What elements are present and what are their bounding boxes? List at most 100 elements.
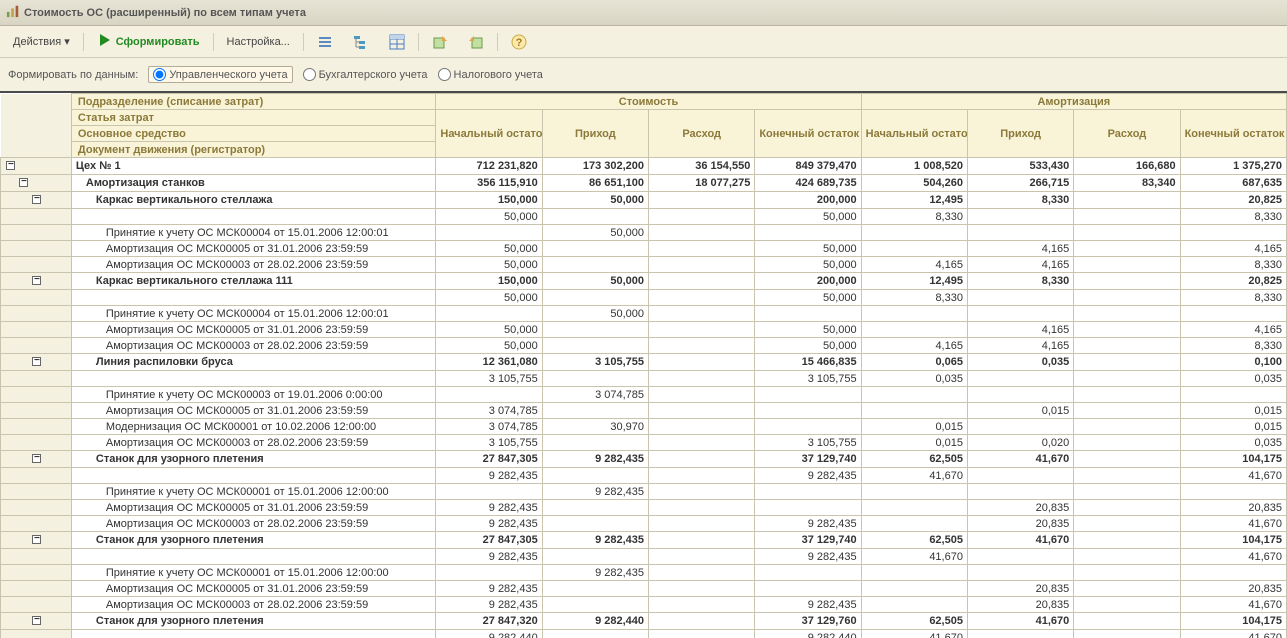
radio-accounting[interactable]: Бухгалтерского учета: [303, 68, 428, 81]
table-row[interactable]: Амортизация ОС МСК00003 от 28.02.2006 23…: [1, 338, 1287, 354]
table-row[interactable]: Амортизация ОС МСК00005 от 31.01.2006 23…: [1, 581, 1287, 597]
tree-cell[interactable]: [1, 354, 72, 371]
table-row[interactable]: 3 105,7553 105,7550,0350,035: [1, 371, 1287, 387]
table-row[interactable]: Амортизация станков356 115,91086 651,100…: [1, 175, 1287, 192]
collapse-icon[interactable]: [32, 276, 41, 285]
collapse-icon[interactable]: [32, 454, 41, 463]
cell: [542, 581, 648, 597]
table-row[interactable]: Модернизация ОС МСК00001 от 10.02.2006 1…: [1, 419, 1287, 435]
tree-cell[interactable]: [1, 209, 72, 225]
cell: [649, 257, 755, 273]
tree-cell[interactable]: [1, 613, 72, 630]
cell: [542, 468, 648, 484]
table-row[interactable]: Амортизация ОС МСК00005 от 31.01.2006 23…: [1, 241, 1287, 257]
import-icon-button[interactable]: [461, 31, 491, 53]
tree-cell[interactable]: [1, 549, 72, 565]
cell: [649, 403, 755, 419]
tree-cell[interactable]: [1, 322, 72, 338]
tree-cell[interactable]: [1, 468, 72, 484]
table-row[interactable]: Принятие к учету ОС МСК00004 от 15.01.20…: [1, 225, 1287, 241]
cell: [1180, 565, 1286, 581]
table-row[interactable]: Принятие к учету ОС МСК00004 от 15.01.20…: [1, 306, 1287, 322]
tree-cell[interactable]: [1, 225, 72, 241]
run-button[interactable]: Сформировать: [90, 29, 207, 54]
tree-cell[interactable]: [1, 371, 72, 387]
tree-cell[interactable]: [1, 273, 72, 290]
settings-button[interactable]: Настройка...: [220, 33, 297, 51]
collapse-icon[interactable]: [19, 178, 28, 187]
table-row[interactable]: Амортизация ОС МСК00003 от 28.02.2006 23…: [1, 435, 1287, 451]
cell: [967, 549, 1073, 565]
tree-cell[interactable]: [1, 484, 72, 500]
tree-cell[interactable]: [1, 565, 72, 581]
tree-cell[interactable]: [1, 451, 72, 468]
tree-cell[interactable]: [1, 290, 72, 306]
cell: 533,430: [967, 158, 1073, 175]
tree-cell[interactable]: [1, 192, 72, 209]
table-row[interactable]: Линия распиловки бруса12 361,0803 105,75…: [1, 354, 1287, 371]
table-row[interactable]: 9 282,4359 282,43541,67041,670: [1, 549, 1287, 565]
table-row[interactable]: Амортизация ОС МСК00003 от 28.02.2006 23…: [1, 597, 1287, 613]
tree-icon-button[interactable]: [346, 31, 376, 53]
tree-cell[interactable]: [1, 516, 72, 532]
tree-cell[interactable]: [1, 257, 72, 273]
cell: [1074, 273, 1180, 290]
tree-cell[interactable]: [1, 241, 72, 257]
list-icon-button[interactable]: [310, 31, 340, 53]
cell: 9 282,435: [436, 581, 542, 597]
table-row[interactable]: Амортизация ОС МСК00003 от 28.02.2006 23…: [1, 257, 1287, 273]
table-row[interactable]: Принятие к учету ОС МСК00001 от 15.01.20…: [1, 484, 1287, 500]
tree-cell[interactable]: [1, 630, 72, 638]
table-row[interactable]: 9 282,4409 282,44041,67041,670: [1, 630, 1287, 638]
tree-cell[interactable]: [1, 597, 72, 613]
cell: 37 129,740: [755, 532, 861, 549]
table-row[interactable]: Амортизация ОС МСК00005 от 31.01.2006 23…: [1, 322, 1287, 338]
cell: 50,000: [755, 322, 861, 338]
tree-cell[interactable]: [1, 338, 72, 354]
table-row[interactable]: 50,00050,0008,3308,330: [1, 290, 1287, 306]
tree-cell[interactable]: [1, 435, 72, 451]
cell: [649, 500, 755, 516]
tree-cell[interactable]: [1, 403, 72, 419]
collapse-icon[interactable]: [32, 535, 41, 544]
table-row[interactable]: Принятие к учету ОС МСК00001 от 15.01.20…: [1, 565, 1287, 581]
table-row[interactable]: 50,00050,0008,3308,330: [1, 209, 1287, 225]
table-row[interactable]: Амортизация ОС МСК00005 от 31.01.2006 23…: [1, 500, 1287, 516]
table-row[interactable]: Станок для узорного плетения27 847,3059 …: [1, 451, 1287, 468]
collapse-icon[interactable]: [6, 161, 15, 170]
tree-cell[interactable]: [1, 175, 72, 192]
export-icon-button[interactable]: [425, 31, 455, 53]
cell: [1180, 306, 1286, 322]
cell: 9 282,435: [755, 597, 861, 613]
table-row[interactable]: 9 282,4359 282,43541,67041,670: [1, 468, 1287, 484]
radio-tax[interactable]: Налогового учета: [438, 68, 543, 81]
tree-cell[interactable]: [1, 500, 72, 516]
tree-cell[interactable]: [1, 387, 72, 403]
table-row[interactable]: Каркас вертикального стеллажа 111150,000…: [1, 273, 1287, 290]
tree-cell[interactable]: [1, 581, 72, 597]
table-row[interactable]: Станок для узорного плетения27 847,3059 …: [1, 532, 1287, 549]
cell: 62,505: [861, 532, 967, 549]
collapse-icon[interactable]: [32, 195, 41, 204]
cell: 18 077,275: [649, 175, 755, 192]
cell: [1074, 597, 1180, 613]
collapse-icon[interactable]: [32, 357, 41, 366]
radio-management[interactable]: Управленческого учета: [148, 66, 292, 83]
table-row[interactable]: Станок для узорного плетения27 847,3209 …: [1, 613, 1287, 630]
cell: [649, 630, 755, 638]
table-row[interactable]: Цех № 1712 231,820173 302,20036 154,5508…: [1, 158, 1287, 175]
tree-cell[interactable]: [1, 532, 72, 549]
report-area[interactable]: Подразделение (списание затрат) Стоимост…: [0, 91, 1287, 638]
help-button[interactable]: ?: [504, 31, 534, 53]
cell: [649, 581, 755, 597]
tree-cell[interactable]: [1, 419, 72, 435]
collapse-icon[interactable]: [32, 616, 41, 625]
table-row[interactable]: Амортизация ОС МСК00003 от 28.02.2006 23…: [1, 516, 1287, 532]
actions-button[interactable]: Действия ▾: [6, 32, 77, 51]
table-row[interactable]: Принятие к учету ОС МСК00003 от 19.01.20…: [1, 387, 1287, 403]
table-icon-button[interactable]: [382, 31, 412, 53]
tree-cell[interactable]: [1, 158, 72, 175]
table-row[interactable]: Амортизация ОС МСК00005 от 31.01.2006 23…: [1, 403, 1287, 419]
tree-cell[interactable]: [1, 306, 72, 322]
table-row[interactable]: Каркас вертикального стеллажа150,00050,0…: [1, 192, 1287, 209]
